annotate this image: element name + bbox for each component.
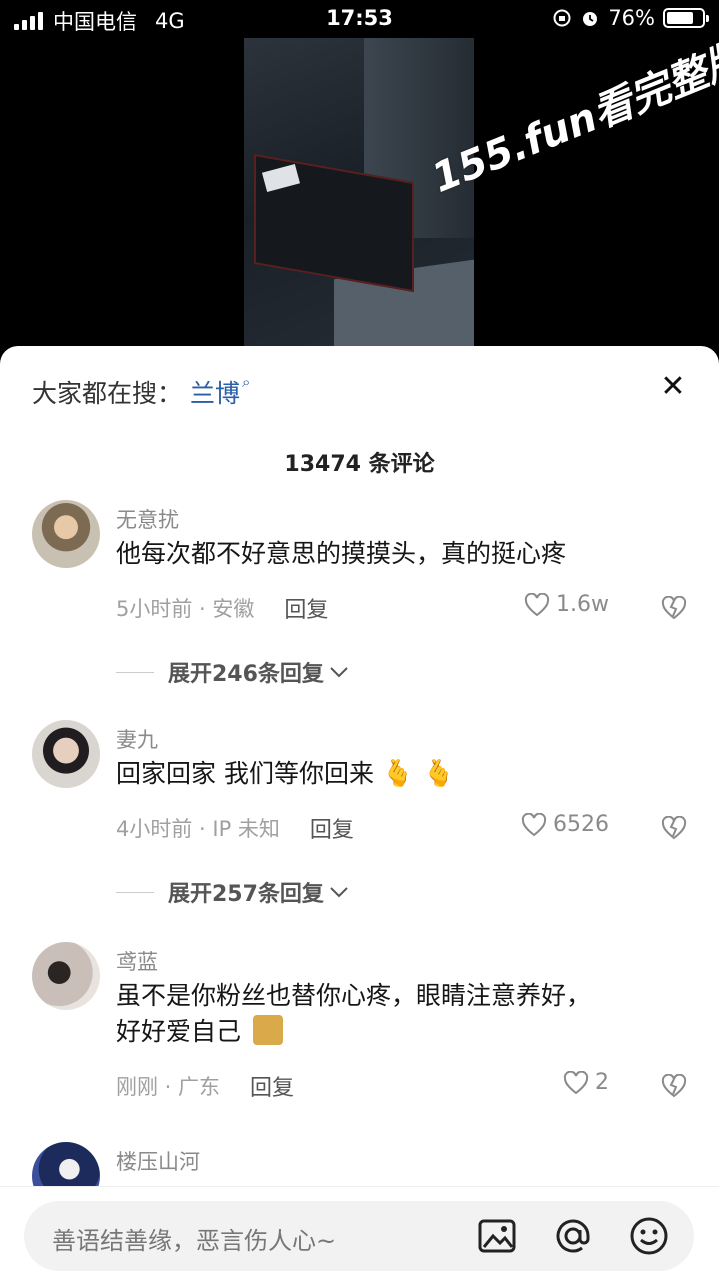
comment-text: 回家回家 我们等你回来 🫰 🫰 — [116, 756, 676, 792]
status-right: 76% — [552, 6, 709, 30]
close-button[interactable]: ✕ — [655, 368, 691, 404]
hot-search-prefix: 大家都在搜： — [32, 379, 183, 408]
heart-icon — [521, 812, 547, 836]
comment-sheet: 大家都在搜： 兰博 ⌕ ✕ 13474 条评论 无意扰 他每次都不好意思的摸摸头… — [0, 346, 719, 1280]
comment-username[interactable]: 鸢蓝 — [116, 946, 158, 976]
comment-text: 他每次都不好意思的摸摸头，真的挺心疼 — [116, 539, 567, 568]
battery-icon — [663, 8, 709, 28]
hot-search-row: 大家都在搜： 兰博 ⌕ — [32, 373, 251, 410]
battery-fill — [667, 12, 693, 24]
dislike-icon[interactable] — [661, 596, 687, 620]
emoji-icon[interactable] — [628, 1215, 670, 1257]
dislike-icon[interactable] — [661, 816, 687, 840]
at-icon[interactable] — [552, 1215, 594, 1257]
close-icon: ✕ — [660, 368, 686, 404]
comment-meta: 刚刚 · 广东 回复 — [116, 1070, 294, 1102]
comment-count: 13474 条评论 — [284, 452, 435, 477]
expand-divider — [116, 671, 154, 673]
search-icon: ⌕ — [242, 373, 251, 391]
expand-replies-button[interactable]: 展开246条回复 — [116, 656, 350, 688]
image-icon[interactable] — [476, 1215, 518, 1257]
comment-meta: 4小时前 · IP 未知 回复 — [116, 812, 354, 844]
comment-input[interactable]: 善语结善缘，恶言伤人心~ — [24, 1201, 694, 1271]
chevron-down-icon — [330, 667, 348, 678]
status-bar: 中国电信 4G 17:53 76% — [0, 0, 719, 38]
like-button[interactable]: 1.6w — [524, 592, 609, 617]
avatar[interactable] — [32, 500, 100, 568]
like-count: 1.6w — [556, 592, 609, 617]
comment-meta: 5小时前 · 安徽 回复 — [116, 592, 328, 624]
avatar[interactable] — [32, 720, 100, 788]
heart-icon — [563, 1070, 589, 1094]
like-button[interactable]: 2 — [563, 1070, 609, 1095]
alarm-icon — [583, 12, 598, 26]
expand-divider — [116, 891, 154, 893]
comment-username[interactable]: 妻九 — [116, 724, 158, 754]
comment-time-location: 4小时前 · IP 未知 — [116, 817, 280, 841]
comment-emoji: 🫰 🫰 — [381, 759, 455, 789]
comment-username[interactable]: 无意扰 — [116, 504, 179, 534]
like-count: 6526 — [553, 812, 609, 837]
battery-percent: 76% — [608, 6, 655, 30]
comment-text: 虽不是你粉丝也替你心疼，眼睛注意养好， 好好爱自己 — [116, 978, 676, 1050]
comment-text-line-1: 虽不是你粉丝也替你心疼，眼睛注意养好， — [116, 981, 592, 1010]
comment-time-location: 刚刚 · 广东 — [116, 1075, 221, 1099]
comment-username[interactable]: 楼压山河 — [116, 1146, 200, 1176]
hot-search-link[interactable]: 兰博 — [190, 374, 240, 410]
avatar[interactable] — [32, 942, 100, 1010]
comment-time-location: 5小时前 · 安徽 — [116, 597, 255, 621]
chevron-down-icon — [330, 887, 348, 898]
video-player[interactable] — [244, 38, 474, 358]
expand-replies-label: 展开257条回复 — [168, 882, 324, 907]
expand-replies-label: 展开246条回复 — [168, 662, 324, 687]
comment-text-body: 回家回家 我们等你回来 — [116, 759, 374, 788]
like-count: 2 — [595, 1070, 609, 1095]
reply-button[interactable]: 回复 — [310, 812, 354, 844]
rotation-lock-icon — [553, 9, 571, 27]
cat-sticker-icon — [252, 1015, 283, 1045]
comment-text-line-2-body: 好好爱自己 — [116, 1017, 242, 1046]
expand-replies-button[interactable]: 展开257条回复 — [116, 876, 350, 908]
heart-icon — [524, 592, 550, 616]
reply-button[interactable]: 回复 — [284, 592, 328, 624]
reply-button[interactable]: 回复 — [250, 1070, 294, 1102]
comment-text-line-2: 好好爱自己 — [116, 1014, 676, 1050]
like-button[interactable]: 6526 — [521, 812, 609, 837]
comment-input-bar: 善语结善缘，恶言伤人心~ — [0, 1186, 719, 1280]
comment-input-placeholder: 善语结善缘，恶言伤人心~ — [52, 1227, 337, 1255]
dislike-icon[interactable] — [661, 1074, 687, 1098]
